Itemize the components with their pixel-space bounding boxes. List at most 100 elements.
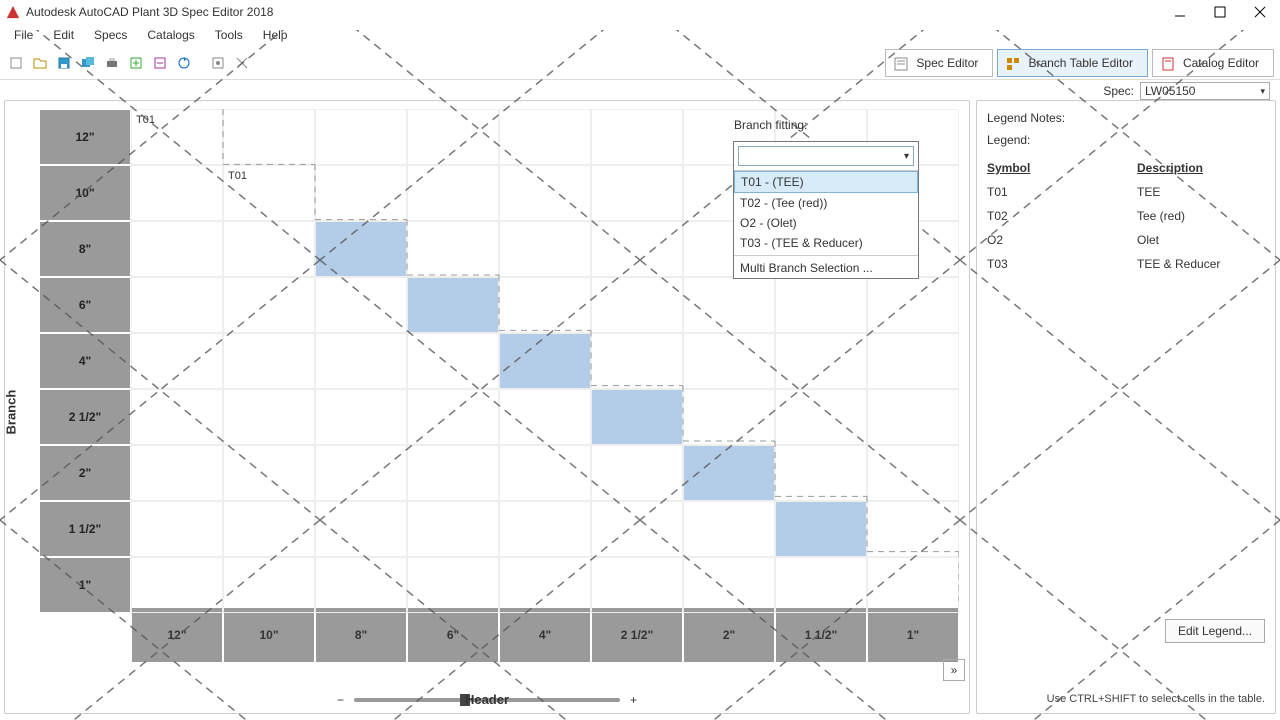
row-header[interactable]: 2" — [39, 445, 131, 501]
menu-edit[interactable]: Edit — [45, 26, 82, 44]
branch-cell[interactable] — [315, 501, 407, 557]
branch-cell[interactable] — [683, 333, 775, 389]
toolbar-misc1-icon[interactable] — [208, 53, 228, 73]
col-header[interactable]: 4" — [499, 607, 591, 663]
branch-cell[interactable] — [591, 109, 683, 165]
branch-cell[interactable] — [499, 333, 591, 389]
branch-cell[interactable] — [315, 165, 407, 221]
branch-cell[interactable] — [867, 557, 959, 613]
dropdown-item-o2[interactable]: O2 - (Olet) — [734, 213, 918, 233]
toolbar-new-icon[interactable] — [6, 53, 26, 73]
dropdown-item-t01[interactable]: T01 - (TEE) — [734, 171, 918, 193]
branch-cell[interactable] — [867, 333, 959, 389]
branch-cell[interactable] — [131, 221, 223, 277]
branch-cell[interactable] — [315, 109, 407, 165]
row-header[interactable]: 12" — [39, 109, 131, 165]
branch-cell[interactable] — [499, 277, 591, 333]
branch-cell[interactable] — [315, 333, 407, 389]
col-header[interactable]: 8" — [315, 607, 407, 663]
branch-cell[interactable] — [591, 333, 683, 389]
branch-cell[interactable] — [591, 165, 683, 221]
branch-cell[interactable] — [223, 389, 315, 445]
branch-cell[interactable] — [499, 557, 591, 613]
row-header[interactable]: 1 1/2" — [39, 501, 131, 557]
branch-cell[interactable] — [131, 277, 223, 333]
branch-cell[interactable]: T01 — [223, 165, 315, 221]
branch-cell[interactable] — [223, 277, 315, 333]
col-header[interactable]: 12" — [131, 607, 223, 663]
branch-cell[interactable] — [499, 389, 591, 445]
branch-cell[interactable] — [775, 389, 867, 445]
branch-cell[interactable] — [591, 445, 683, 501]
menu-specs[interactable]: Specs — [86, 26, 135, 44]
branch-cell[interactable]: T01 — [131, 109, 223, 165]
branch-cell[interactable] — [131, 165, 223, 221]
branch-cell[interactable] — [223, 557, 315, 613]
col-header[interactable]: 1" — [867, 607, 959, 663]
branch-cell[interactable] — [591, 221, 683, 277]
mode-spec-editor[interactable]: Spec Editor — [885, 49, 993, 77]
dropdown-item-t02[interactable]: T02 - (Tee (red)) — [734, 193, 918, 213]
col-header[interactable]: 2" — [683, 607, 775, 663]
branch-cell[interactable] — [315, 277, 407, 333]
branch-cell[interactable] — [131, 501, 223, 557]
branch-cell[interactable] — [131, 389, 223, 445]
toolbar-misc2-icon[interactable] — [232, 53, 252, 73]
branch-cell[interactable] — [775, 445, 867, 501]
branch-cell[interactable] — [223, 221, 315, 277]
branch-cell[interactable] — [407, 557, 499, 613]
menu-catalogs[interactable]: Catalogs — [139, 26, 202, 44]
toolbar-saveall-icon[interactable] — [78, 53, 98, 73]
branch-cell[interactable] — [315, 557, 407, 613]
branch-cell[interactable] — [315, 389, 407, 445]
edit-legend-button[interactable]: Edit Legend... — [1165, 619, 1265, 643]
branch-cell[interactable] — [407, 165, 499, 221]
row-header[interactable]: 2 1/2" — [39, 389, 131, 445]
branch-cell[interactable] — [223, 109, 315, 165]
branch-cell[interactable] — [775, 277, 867, 333]
branch-cell[interactable] — [683, 389, 775, 445]
toolbar-save-icon[interactable] — [54, 53, 74, 73]
branch-cell[interactable] — [131, 557, 223, 613]
col-header[interactable]: 1 1/2" — [775, 607, 867, 663]
branch-cell[interactable] — [775, 501, 867, 557]
branch-cell[interactable] — [867, 277, 959, 333]
mode-catalog-editor[interactable]: Catalog Editor — [1152, 49, 1274, 77]
branch-cell[interactable] — [131, 445, 223, 501]
mode-branch-editor[interactable]: Branch Table Editor — [997, 49, 1148, 77]
row-header[interactable]: 6" — [39, 277, 131, 333]
branch-cell[interactable] — [407, 445, 499, 501]
toolbar-import-icon[interactable] — [150, 53, 170, 73]
expand-button[interactable]: » — [943, 659, 965, 681]
toolbar-refresh-icon[interactable] — [174, 53, 194, 73]
branch-cell[interactable] — [867, 501, 959, 557]
row-header[interactable]: 10" — [39, 165, 131, 221]
branch-cell[interactable] — [591, 389, 683, 445]
branch-cell[interactable] — [499, 501, 591, 557]
branch-cell[interactable] — [223, 501, 315, 557]
branch-cell[interactable] — [407, 333, 499, 389]
dropdown-item-t03[interactable]: T03 - (TEE & Reducer) — [734, 233, 918, 253]
spec-combo[interactable]: LW05150 ▾ — [1140, 82, 1270, 100]
branch-cell[interactable] — [499, 109, 591, 165]
branch-fitting-select[interactable]: ▾ — [738, 146, 914, 166]
branch-cell[interactable] — [499, 445, 591, 501]
menu-file[interactable]: File — [6, 26, 41, 44]
branch-cell[interactable] — [499, 221, 591, 277]
col-header[interactable]: 2 1/2" — [591, 607, 683, 663]
branch-cell[interactable] — [223, 333, 315, 389]
col-header[interactable]: 6" — [407, 607, 499, 663]
toolbar-export-icon[interactable] — [126, 53, 146, 73]
branch-fitting-dropdown[interactable]: Branch fitting: ▾ T01 - (TEE) T02 - (Tee… — [733, 141, 919, 279]
col-header[interactable]: 10" — [223, 607, 315, 663]
menu-help[interactable]: Help — [255, 26, 296, 44]
dropdown-item-multi[interactable]: Multi Branch Selection ... — [734, 258, 918, 278]
branch-cell[interactable] — [407, 389, 499, 445]
branch-cell[interactable] — [867, 389, 959, 445]
close-button[interactable] — [1240, 0, 1280, 24]
menu-tools[interactable]: Tools — [207, 26, 251, 44]
branch-cell[interactable] — [775, 333, 867, 389]
branch-cell[interactable] — [315, 221, 407, 277]
maximize-button[interactable] — [1200, 0, 1240, 24]
branch-cell[interactable] — [683, 277, 775, 333]
